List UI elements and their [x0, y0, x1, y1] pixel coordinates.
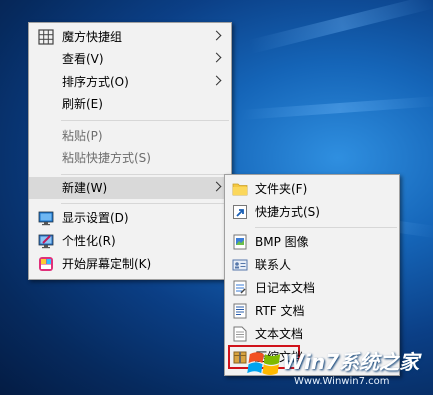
- shortcut-icon: [233, 205, 247, 219]
- submenu-item-label: 日记本文档: [255, 281, 316, 295]
- journal-icon: [233, 280, 247, 296]
- menu-item-refresh[interactable]: 刷新(E): [29, 93, 231, 115]
- submenu-item-label: BMP 图像: [255, 235, 309, 249]
- menu-item-label: 个性化(R): [62, 234, 116, 248]
- submenu-item-label: RTF 文档: [255, 304, 305, 318]
- watermark-url: Www.Winwin7.com: [294, 376, 390, 387]
- grid-icon: [38, 29, 54, 45]
- menu-item-label: 粘贴(P): [62, 129, 103, 143]
- menu-item-mofang-group[interactable]: 魔方快捷组: [29, 26, 231, 48]
- menu-item-paste-shortcut: 粘贴快捷方式(S): [29, 147, 231, 169]
- watermark: Win7系统之家 Www.Winwin7.com: [246, 340, 433, 395]
- submenu-item-journal[interactable]: 日记本文档: [225, 277, 399, 299]
- wallpaper-beam: [239, 96, 433, 120]
- submenu-item-folder[interactable]: 文件夹(F): [225, 178, 399, 200]
- menu-item-paste: 粘贴(P): [29, 125, 231, 147]
- image-file-icon: [233, 234, 247, 250]
- menu-separator: [61, 203, 229, 204]
- rtf-document-icon: [233, 303, 247, 319]
- folder-icon: [232, 183, 248, 196]
- menu-item-start-customize[interactable]: 开始屏幕定制(K): [29, 253, 231, 275]
- menu-item-label: 开始屏幕定制(K): [62, 257, 152, 271]
- menu-item-display-settings[interactable]: 显示设置(D): [29, 207, 231, 229]
- start-screen-icon: [39, 257, 53, 271]
- menu-item-label: 排序方式(O): [62, 75, 129, 89]
- submenu-item-contact[interactable]: 联系人: [225, 254, 399, 276]
- chevron-right-icon: [211, 52, 222, 63]
- contact-card-icon: [232, 259, 248, 271]
- submenu-item-label: 联系人: [255, 258, 292, 272]
- submenu-item-label: 快捷方式(S): [255, 205, 320, 219]
- submenu-item-shortcut[interactable]: 快捷方式(S): [225, 201, 399, 223]
- wallpaper-beam: [248, 0, 433, 54]
- submenu-item-rtf[interactable]: RTF 文档: [225, 300, 399, 322]
- menu-item-new[interactable]: 新建(W): [29, 177, 231, 199]
- menu-item-label: 魔方快捷组: [62, 30, 123, 44]
- menu-item-label: 显示设置(D): [62, 211, 129, 225]
- menu-item-sort-by[interactable]: 排序方式(O): [29, 71, 231, 93]
- chevron-right-icon: [211, 75, 222, 86]
- windows-flag-icon: [247, 352, 281, 376]
- menu-item-label: 粘贴快捷方式(S): [62, 151, 151, 165]
- desktop-context-menu: 魔方快捷组 查看(V) 排序方式(O) 刷新(E) 粘贴(P) 粘贴快捷方式(S…: [28, 22, 232, 280]
- watermark-brand: Win7系统之家: [282, 350, 420, 374]
- chevron-right-icon: [211, 30, 222, 41]
- submenu-item-label: 文件夹(F): [255, 182, 308, 196]
- menu-item-view[interactable]: 查看(V): [29, 48, 231, 70]
- submenu-item-bmp[interactable]: BMP 图像: [225, 231, 399, 253]
- monitor-icon: [38, 211, 54, 226]
- personalize-icon: [38, 234, 54, 249]
- menu-separator: [61, 120, 229, 121]
- menu-separator: [255, 227, 397, 228]
- chevron-right-icon: [211, 181, 222, 192]
- menu-item-label: 新建(W): [62, 181, 108, 195]
- menu-item-label: 刷新(E): [62, 97, 103, 111]
- menu-item-personalize[interactable]: 个性化(R): [29, 230, 231, 252]
- menu-separator: [61, 174, 229, 175]
- menu-item-label: 查看(V): [62, 52, 104, 66]
